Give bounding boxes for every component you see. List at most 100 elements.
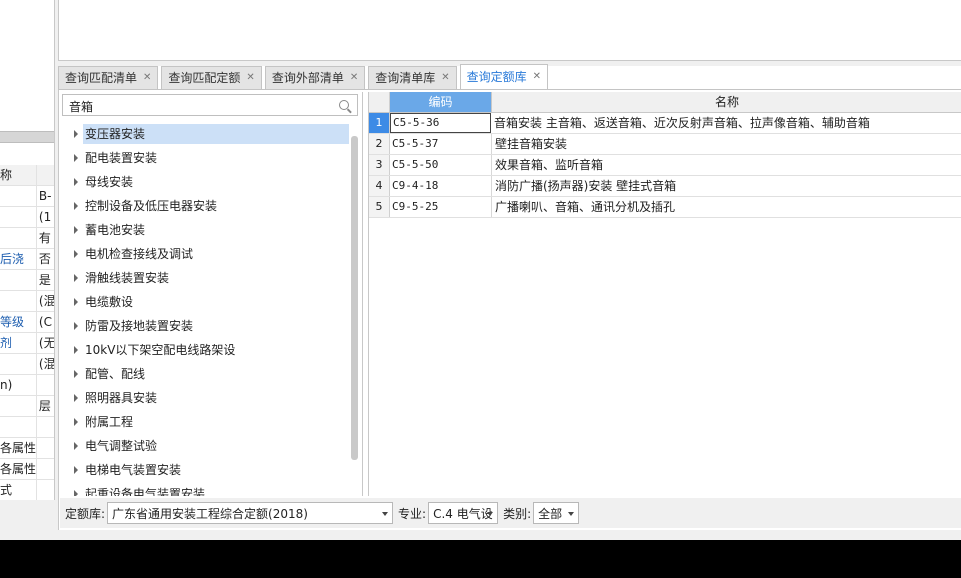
property-value[interactable]: 有	[37, 228, 54, 248]
property-row[interactable]: (1	[0, 207, 54, 228]
tree-item[interactable]: 母线安装	[60, 170, 350, 194]
close-icon[interactable]: ✕	[246, 67, 254, 89]
panel-splitter[interactable]	[0, 131, 54, 143]
close-icon[interactable]: ✕	[143, 67, 151, 89]
tab-4[interactable]: 查询清单库 ✕	[368, 66, 457, 89]
search-box[interactable]	[62, 94, 358, 116]
quota-name[interactable]: 效果音箱、监听音箱	[492, 155, 961, 175]
quota-name[interactable]: 音箱安装 主音箱、返送音箱、近次反射声音箱、拉声像音箱、辅助音箱	[491, 113, 961, 133]
caret-right-icon[interactable]	[74, 274, 78, 282]
tree-item[interactable]: 配管、配线	[60, 362, 350, 386]
quota-name[interactable]: 消防广播(扬声器)安装 壁挂式音箱	[492, 176, 961, 196]
tab-2[interactable]: 查询匹配定额 ✕	[161, 66, 262, 89]
tree-item[interactable]: 蓄电池安装	[60, 218, 350, 242]
tree-item[interactable]: 变压器安装	[60, 122, 350, 146]
property-value[interactable]	[37, 480, 54, 500]
tab-5[interactable]: 查询定额库 ✕	[459, 64, 549, 89]
property-row[interactable]: (混	[0, 291, 54, 312]
table-row[interactable]: 3 C5-5-50 效果音箱、监听音箱	[369, 155, 961, 176]
caret-right-icon[interactable]	[74, 370, 78, 378]
quota-lib-select[interactable]: 广东省通用安装工程综合定额(2018)	[107, 502, 394, 524]
property-value[interactable]: 层	[37, 396, 54, 416]
quota-name[interactable]: 壁挂音箱安装	[492, 134, 961, 154]
property-value[interactable]	[37, 417, 54, 437]
tree-item[interactable]: 电梯电气装置安装	[60, 458, 350, 482]
quota-code[interactable]: C5-5-50	[390, 155, 492, 175]
property-row[interactable]: 等级 (C	[0, 312, 54, 333]
property-row[interactable]: 式	[0, 480, 54, 500]
quota-code[interactable]: C9-4-18	[390, 176, 492, 196]
quota-code[interactable]: C9-5-25	[390, 197, 492, 217]
caret-right-icon[interactable]	[74, 178, 78, 186]
property-row[interactable]: (混	[0, 354, 54, 375]
caret-right-icon[interactable]	[74, 466, 78, 474]
table-row[interactable]: 4 C9-4-18 消防广播(扬声器)安装 壁挂式音箱	[369, 176, 961, 197]
tree-item[interactable]: 电机检查接线及调试	[60, 242, 350, 266]
property-row[interactable]: n)	[0, 375, 54, 396]
search-icon[interactable]	[339, 100, 349, 110]
caret-right-icon[interactable]	[74, 394, 78, 402]
search-input[interactable]	[67, 96, 331, 116]
property-row[interactable]: 是	[0, 270, 54, 291]
property-value[interactable]: (混	[37, 291, 54, 311]
quota-name[interactable]: 广播喇叭、音箱、通讯分机及插孔	[492, 197, 961, 217]
table-row[interactable]: 2 C5-5-37 壁挂音箱安装	[369, 134, 961, 155]
tree-item[interactable]: 照明器具安装	[60, 386, 350, 410]
tree-item[interactable]: 起重设备电气装置安装	[60, 482, 350, 496]
property-value[interactable]: (1	[37, 207, 54, 227]
tree-item[interactable]: 电气调整试验	[60, 434, 350, 458]
quota-code[interactable]: C5-5-36	[390, 113, 491, 133]
major-select[interactable]: C.4 电气设	[428, 502, 499, 524]
tree-scrollbar[interactable]	[351, 136, 358, 460]
close-icon[interactable]: ✕	[533, 65, 541, 89]
property-value[interactable]: 是	[37, 270, 54, 290]
tree-item[interactable]: 电缆敷设	[60, 290, 350, 314]
property-value[interactable]: 否	[37, 249, 54, 269]
property-value[interactable]: B-	[37, 186, 54, 206]
property-row[interactable]: 各属性	[0, 459, 54, 480]
chapter-tree-pane: 变压器安装配电装置安装母线安装控制设备及低压电器安装蓄电池安装电机检查接线及调试…	[60, 92, 363, 496]
col-header-code[interactable]: 编码	[390, 92, 492, 112]
tree-item[interactable]: 防雷及接地装置安装	[60, 314, 350, 338]
caret-right-icon[interactable]	[74, 418, 78, 426]
caret-right-icon[interactable]	[74, 322, 78, 330]
table-row[interactable]: 5 C9-5-25 广播喇叭、音箱、通讯分机及插孔	[369, 197, 961, 218]
quota-code[interactable]: C5-5-37	[390, 134, 492, 154]
property-row[interactable]	[0, 417, 54, 438]
property-row[interactable]: B-	[0, 186, 54, 207]
close-icon[interactable]: ✕	[441, 67, 449, 89]
property-name	[0, 417, 37, 437]
tab-1[interactable]: 查询匹配清单 ✕	[58, 66, 159, 89]
property-value[interactable]	[37, 459, 54, 479]
property-value[interactable]: (C	[37, 312, 54, 332]
property-value[interactable]: (混	[37, 354, 54, 374]
property-value[interactable]	[37, 438, 54, 458]
property-row[interactable]: 层	[0, 396, 54, 417]
tree-item[interactable]: 控制设备及低压电器安装	[60, 194, 350, 218]
tab-3[interactable]: 查询外部清单 ✕	[264, 66, 366, 89]
caret-right-icon[interactable]	[74, 298, 78, 306]
caret-right-icon[interactable]	[74, 202, 78, 210]
caret-right-icon[interactable]	[74, 250, 78, 258]
property-value[interactable]: (无	[37, 333, 54, 353]
tree-item[interactable]: 滑触线装置安装	[60, 266, 350, 290]
category-select[interactable]: 全部	[533, 502, 580, 524]
property-value[interactable]	[37, 375, 54, 395]
caret-right-icon[interactable]	[74, 154, 78, 162]
caret-right-icon[interactable]	[74, 130, 78, 138]
tree-item[interactable]: 配电装置安装	[60, 146, 350, 170]
col-header-name[interactable]: 名称	[492, 92, 961, 112]
caret-right-icon[interactable]	[74, 490, 78, 496]
property-row[interactable]: 后浇否	[0, 249, 54, 270]
property-row[interactable]: 各属性	[0, 438, 54, 459]
property-name	[0, 354, 37, 374]
caret-right-icon[interactable]	[74, 442, 78, 450]
caret-right-icon[interactable]	[74, 226, 78, 234]
table-row[interactable]: 1 C5-5-36 音箱安装 主音箱、返送音箱、近次反射声音箱、拉声像音箱、辅助音箱	[369, 113, 961, 134]
tree-item[interactable]: 附属工程	[60, 410, 350, 434]
tree-item[interactable]: 10kV以下架空配电线路架设	[60, 338, 350, 362]
close-icon[interactable]: ✕	[350, 67, 358, 89]
caret-right-icon[interactable]	[74, 346, 78, 354]
property-row[interactable]: 剂 (无	[0, 333, 54, 354]
property-row[interactable]: 有	[0, 228, 54, 249]
